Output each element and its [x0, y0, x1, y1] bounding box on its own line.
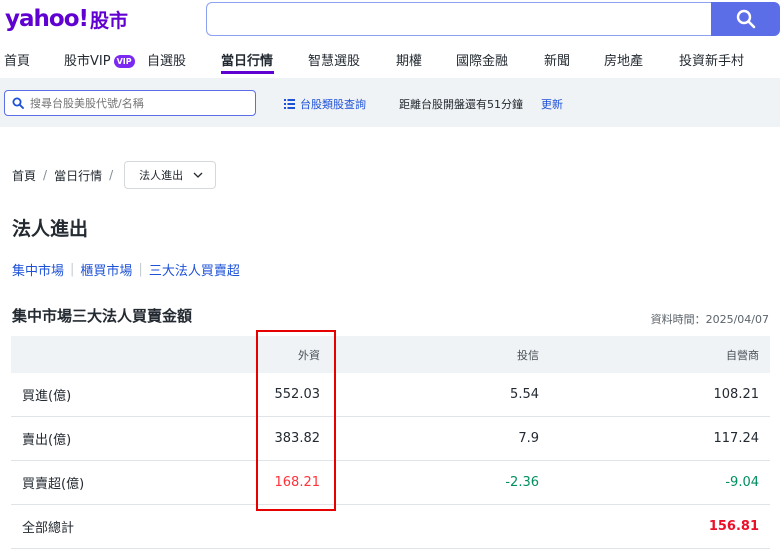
nav-item-vip[interactable]: 股市VIP VIP	[64, 44, 135, 69]
nav-item-home[interactable]: 首頁	[4, 44, 30, 69]
cell-trust: 5.54	[331, 373, 550, 417]
breadcrumb-separator: /	[43, 168, 48, 182]
category-query-label: 台股類股查詢	[300, 98, 366, 111]
breadcrumb-separator: /	[109, 168, 114, 182]
search-icon	[12, 97, 24, 109]
yahoo-logo[interactable]: yahoo! 股市	[5, 4, 128, 34]
tab-institutional-net[interactable]: 三大法人買賣超	[149, 260, 240, 279]
total-label: 全部總計	[11, 504, 183, 549]
nav-item-screener[interactable]: 智慧選股	[308, 44, 360, 69]
global-search-input[interactable]	[206, 2, 711, 36]
tab-listed-market[interactable]: 集中市場	[12, 260, 64, 279]
cell-dealer: 108.21	[550, 373, 770, 417]
search-icon	[736, 9, 755, 29]
stock-search-input[interactable]	[28, 95, 252, 111]
cell-trust: 7.9	[331, 416, 550, 461]
nav-item-news[interactable]: 新聞	[544, 44, 570, 69]
cell-dealer: -9.04	[550, 460, 770, 505]
row-label: 賣出(億)	[11, 416, 183, 461]
nav-item-realestate[interactable]: 房地產	[604, 44, 643, 69]
data-timestamp: 資料時間：2025/04/07	[650, 313, 769, 326]
nav-item-watchlist[interactable]: 自選股	[147, 44, 186, 69]
nav-item-options[interactable]: 期權	[396, 44, 422, 69]
category-query-link[interactable]: 台股類股查詢	[284, 96, 366, 112]
market-open-countdown: 距離台股開盤還有51分鐘	[399, 98, 523, 111]
row-label: 買進(億)	[11, 373, 183, 417]
header-dealer: 自營商	[550, 336, 770, 373]
refresh-link[interactable]: 更新	[541, 96, 563, 112]
page-title: 法人進出	[12, 218, 89, 240]
breadcrumb-current: 法人進出	[139, 169, 184, 182]
nav-item-intl[interactable]: 國際金融	[456, 44, 508, 69]
breadcrumb-dropdown[interactable]: 法人進出	[124, 161, 217, 189]
table-header-row: 外資 投信 自營商	[11, 336, 770, 373]
institutional-table: 外資 投信 自營商 買進(億) 552.03 5.54 108.21 賣出(億)…	[11, 336, 770, 549]
market-tabs: 集中市場 | 櫃買市場 | 三大法人買賣超	[12, 260, 240, 279]
row-label: 買賣超(億)	[11, 460, 183, 505]
logo-brand: yahoo!	[5, 6, 89, 32]
nav-item-vip-label: 股市VIP	[64, 54, 111, 69]
cell-empty	[183, 504, 331, 549]
stock-search-field[interactable]	[4, 90, 256, 116]
cell-trust: -2.36	[331, 460, 550, 505]
table-row: 買進(億) 552.03 5.54 108.21	[11, 373, 770, 417]
list-icon	[284, 99, 295, 109]
nav-item-beginner[interactable]: 投資新手村	[679, 44, 744, 69]
breadcrumb: 首頁 / 當日行情 / 法人進出	[12, 160, 217, 190]
tab-otc-market[interactable]: 櫃買市場	[80, 260, 132, 279]
highlight-box	[256, 330, 336, 511]
tab-divider: |	[70, 262, 75, 277]
header-empty	[11, 336, 183, 373]
table-row: 買賣超(億) 168.21 -2.36 -9.04	[11, 460, 770, 505]
tab-divider: |	[138, 262, 143, 277]
search-button[interactable]	[711, 2, 780, 36]
vip-badge: VIP	[113, 55, 135, 68]
cell-empty	[331, 504, 550, 549]
nav-item-daily[interactable]: 當日行情	[221, 44, 273, 69]
active-tab-underline	[221, 71, 274, 74]
breadcrumb-home[interactable]: 首頁	[12, 167, 36, 184]
header-trust: 投信	[331, 336, 550, 373]
table-row: 全部總計 156.81	[11, 504, 770, 549]
logo-sub: 股市	[89, 9, 128, 32]
table-row: 賣出(億) 383.82 7.9 117.24	[11, 416, 770, 461]
cell-dealer: 117.24	[550, 416, 770, 461]
section-title: 集中市場三大法人買賣金額	[12, 307, 193, 325]
breadcrumb-daily[interactable]: 當日行情	[54, 167, 102, 184]
total-value: 156.81	[550, 504, 770, 549]
chevron-down-icon	[193, 172, 203, 178]
